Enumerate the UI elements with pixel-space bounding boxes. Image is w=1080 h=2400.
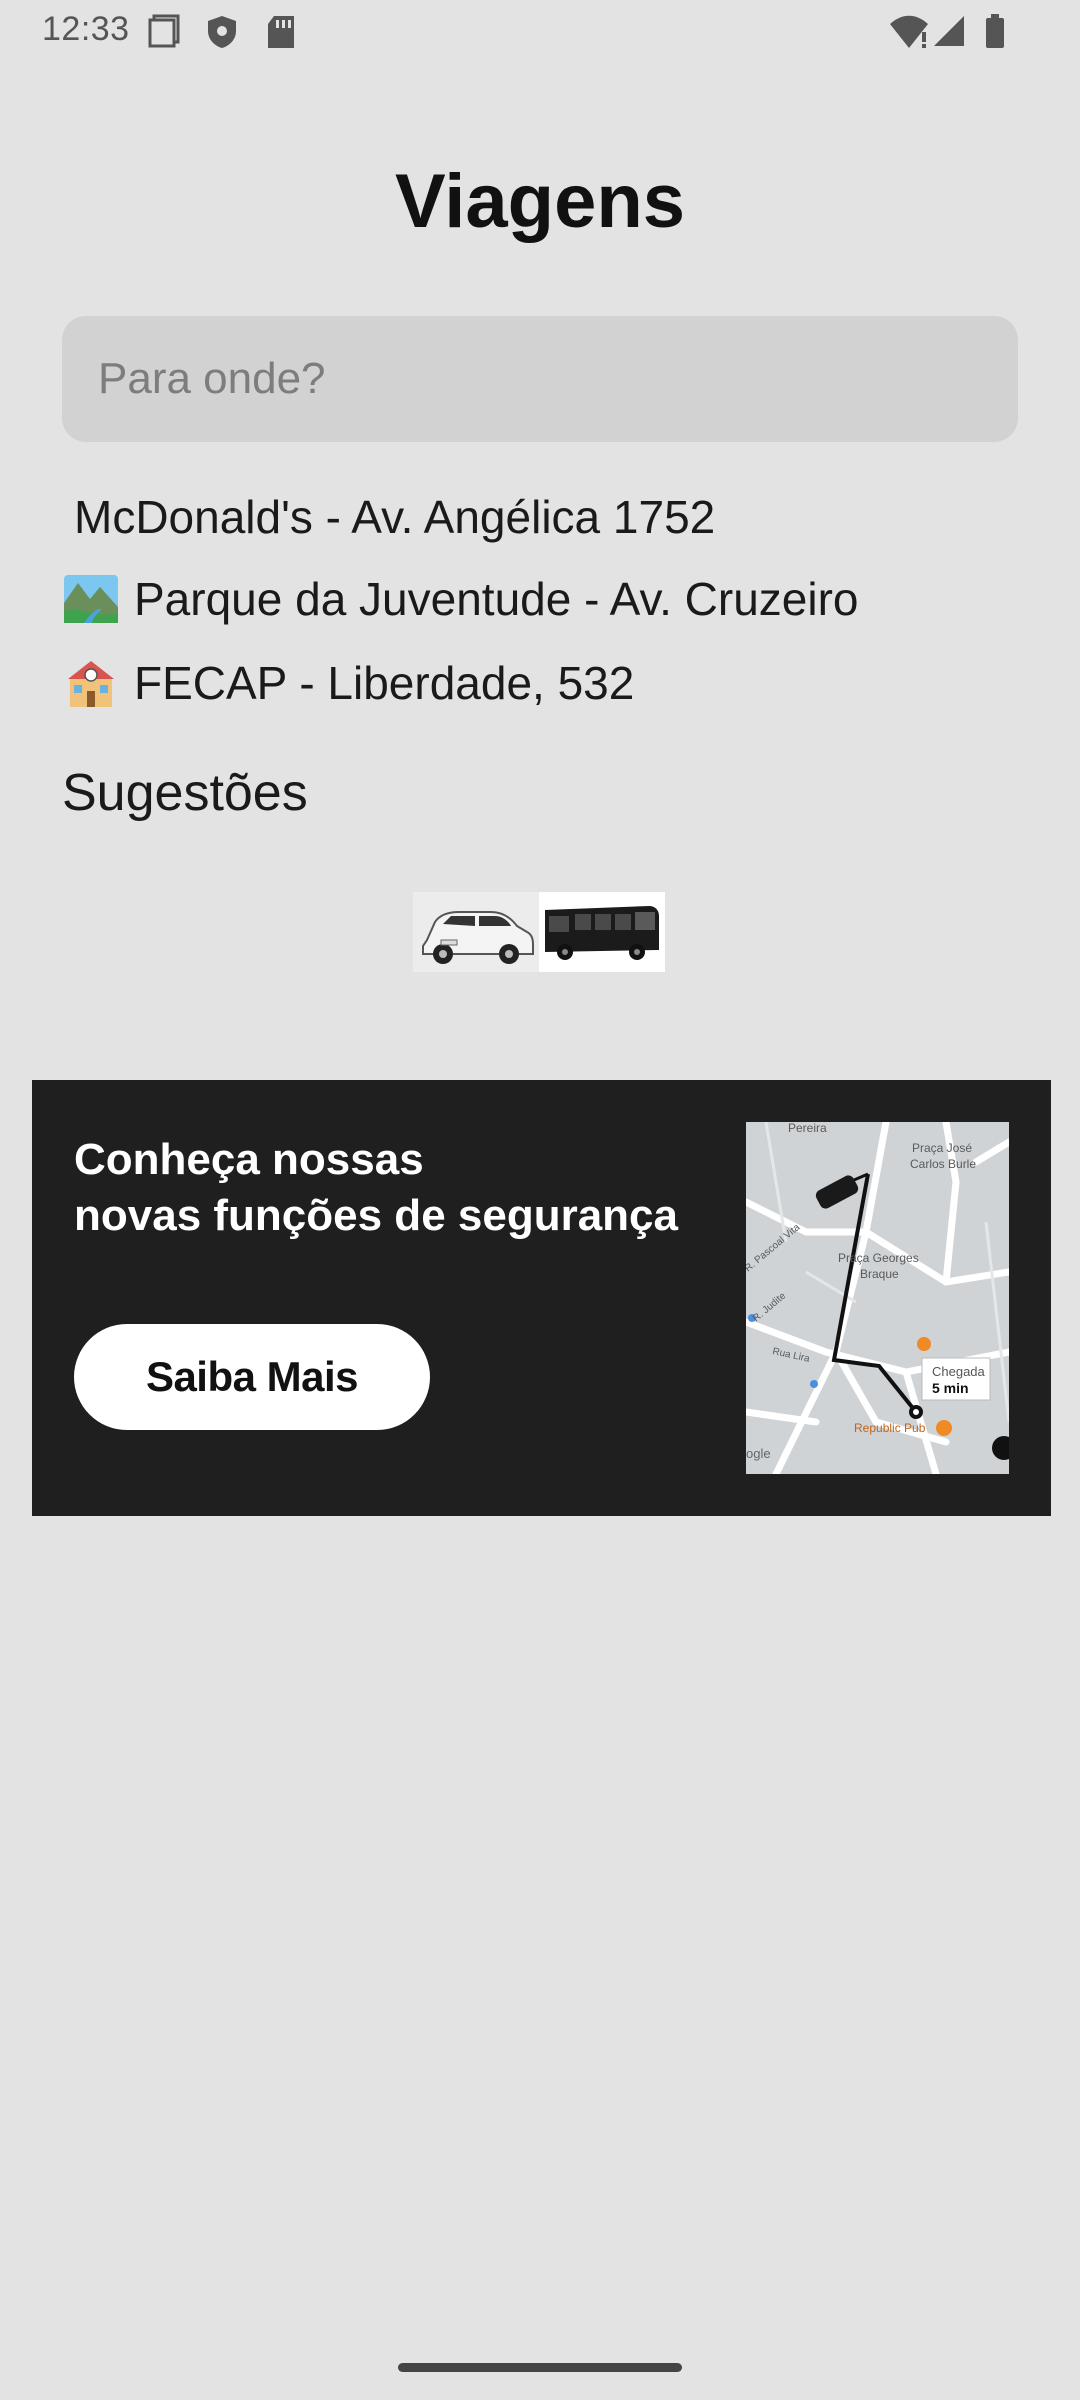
map-label: Pereira [788,1122,827,1135]
wifi-icon [890,15,928,48]
banner-line-2: novas funções de segurança [74,1191,678,1240]
signal-icon [934,16,964,46]
recent-item-label: McDonald's - Av. Angélica 1752 [74,491,716,543]
recent-item-parque[interactable]: Parque da Juventude - Av. Cruzeiro [62,572,859,626]
banner-headline: Conheça nossas novas funções de seguranç… [74,1132,678,1244]
shield-icon [208,16,236,48]
map-label: ogle [746,1446,771,1461]
search-input[interactable] [96,353,1018,405]
bus-icon [539,892,665,972]
map-label: Praça Georges [838,1251,919,1265]
search-box[interactable] [62,316,1018,442]
learn-more-button[interactable]: Saiba Mais [74,1324,430,1430]
recent-item-fecap[interactable]: FECAP - Liberdade, 532 [62,656,634,710]
status-time: 12:33 [42,10,130,48]
map-label: Praça José [912,1141,972,1155]
sd-card-icon [268,16,294,48]
suggestions-title: Sugestões [62,764,308,822]
page-title: Viagens [394,159,686,244]
car-icon [413,892,539,972]
suggestion-bus[interactable] [539,892,665,972]
recent-item-mcdonalds[interactable]: McDonald's - Av. Angélica 1752 [74,490,715,544]
battery-icon [986,14,1004,48]
safety-banner: Conheça nossas novas funções de seguranç… [32,1080,1051,1516]
park-icon [64,575,118,623]
suggestions-row [413,892,665,972]
status-bar: 12:33 [0,0,1080,62]
recent-item-label: FECAP - Liberdade, 532 [134,657,635,709]
map-label-eta: 5 min [932,1380,969,1396]
map-label: Braque [860,1267,899,1281]
school-icon [68,661,114,707]
home-indicator[interactable] [398,2363,682,2372]
recent-item-label: Parque da Juventude - Av. Cruzeiro [134,573,859,625]
screenshot-icon [148,14,180,48]
suggestion-car[interactable] [413,892,539,972]
map-label: Carlos Burle [910,1157,976,1171]
map-label-chegada: Chegada [932,1364,986,1379]
banner-line-1: Conheça nossas [74,1135,424,1184]
map-label: Republic Pub [854,1421,926,1435]
route-map-image: Chegada 5 min Pereira Praça José Carlos … [746,1122,1009,1474]
